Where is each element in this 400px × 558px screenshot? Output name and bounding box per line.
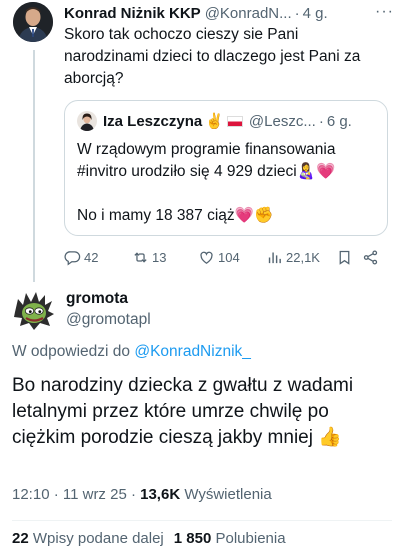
reply-icon bbox=[64, 250, 81, 265]
views-button[interactable]: 22,1K bbox=[266, 249, 336, 266]
avatar[interactable] bbox=[12, 290, 56, 330]
bookmark-icon bbox=[339, 250, 350, 265]
author-handle[interactable]: @KonradN... bbox=[205, 5, 292, 22]
share-icon bbox=[363, 249, 378, 265]
main-tweet-text: Bo narodziny dziecka z gwałtu z wadami l… bbox=[12, 375, 354, 448]
more-icon[interactable]: ··· bbox=[375, 3, 394, 21]
reposts-label: Wpisy podane dalej bbox=[28, 530, 164, 547]
like-count: 104 bbox=[218, 249, 240, 265]
likes-count: 1 850 bbox=[173, 530, 212, 547]
likes-stat[interactable]: 1 850 Polubienia bbox=[174, 530, 286, 547]
tweet-timestamp[interactable]: 12:10 · 11 wrz 25 · bbox=[12, 486, 140, 503]
tweet-meta: 12:10 · 11 wrz 25 · 13,6K Wyświetlenia bbox=[12, 486, 272, 503]
poland-flag-icon bbox=[226, 115, 243, 127]
tweet-time[interactable]: 4 g. bbox=[303, 5, 328, 22]
repost-icon bbox=[134, 251, 147, 263]
like-button[interactable]: 104 bbox=[198, 249, 266, 266]
quoted-text-line: W rządowym programie finansowania #invit… bbox=[77, 141, 336, 180]
avatar bbox=[77, 111, 97, 131]
avatar[interactable] bbox=[13, 2, 53, 42]
parent-tweet-text: Skoro tak ochoczo cieszy sie Pani narodz… bbox=[64, 26, 361, 87]
reposts-count: 22 bbox=[12, 530, 29, 547]
author-name[interactable]: gromota bbox=[66, 290, 128, 308]
quoted-tweet-header: Iza Leszczyna ✌️ @Leszc... · 6 g. bbox=[77, 110, 379, 132]
reposts-stat[interactable]: 22 Wpisy podane dalej bbox=[12, 530, 164, 547]
victory-emoji: ✌️ bbox=[205, 113, 224, 130]
parent-tweet-header: Konrad Niżnik KKP @KonradN... · 4 g. ··· bbox=[64, 3, 394, 23]
quoted-text-line: No i mamy 18 387 ciąż💗✊ bbox=[77, 207, 274, 224]
quoted-author-name: Iza Leszczyna bbox=[103, 112, 203, 130]
reply-count: 42 bbox=[84, 249, 99, 265]
quoted-author-handle: @Leszc... bbox=[248, 112, 316, 130]
parent-tweet[interactable]: Konrad Niżnik KKP @KonradN... · 4 g. ···… bbox=[0, 0, 400, 282]
repost-button[interactable]: 13 bbox=[132, 249, 198, 266]
tweet-stats: 22 Wpisy podane dalej 1 850 Polubienia bbox=[12, 530, 286, 547]
author-handle[interactable]: @gromotapl bbox=[66, 311, 151, 329]
share-button[interactable] bbox=[362, 249, 382, 266]
tweet-actions: 42 13 104 22,1K bbox=[64, 247, 388, 267]
reply-button[interactable]: 42 bbox=[64, 249, 132, 266]
views-icon bbox=[268, 252, 281, 263]
reply-prefix: W odpowiedzi do bbox=[12, 343, 135, 360]
repost-count: 13 bbox=[152, 249, 167, 265]
likes-label: Polubienia bbox=[211, 530, 286, 547]
quoted-tweet[interactable]: Iza Leszczyna ✌️ @Leszc... · 6 g. W rząd… bbox=[64, 100, 388, 236]
thread-line bbox=[33, 50, 35, 282]
separator-dot: · bbox=[318, 112, 324, 130]
quoted-tweet-text: W rządowym programie finansowania #invit… bbox=[77, 139, 381, 227]
author-name[interactable]: Konrad Niżnik KKP bbox=[64, 5, 201, 22]
reply-context: W odpowiedzi do @KonradNiznik_ bbox=[12, 343, 251, 361]
separator-dot: · bbox=[294, 4, 300, 22]
quoted-tweet-time: 6 g. bbox=[326, 112, 352, 130]
reply-to-handle-link[interactable]: @KonradNiznik_ bbox=[134, 343, 251, 360]
divider bbox=[12, 520, 392, 521]
views-count: 13,6K bbox=[140, 486, 181, 503]
heart-icon bbox=[200, 251, 213, 264]
bookmark-button[interactable] bbox=[336, 249, 362, 266]
views-count: 22,1K bbox=[286, 249, 320, 265]
views-label: Wyświetlenia bbox=[180, 486, 272, 503]
